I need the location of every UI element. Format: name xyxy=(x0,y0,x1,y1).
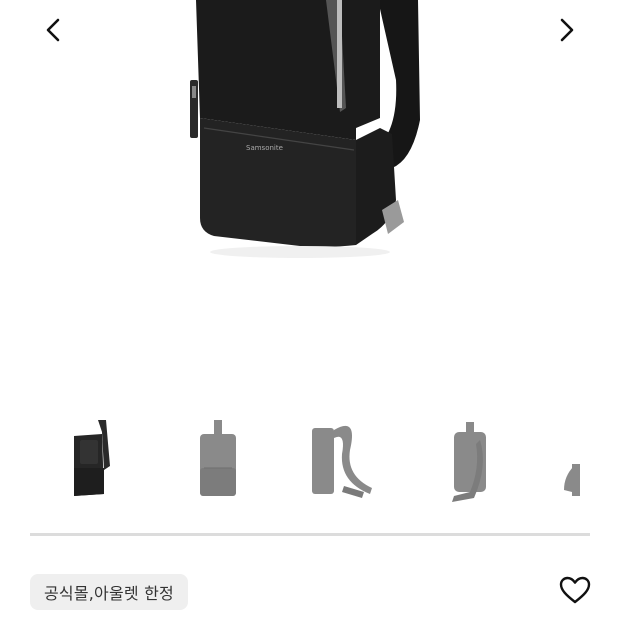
thumbnail-item[interactable] xyxy=(430,410,530,510)
previous-image-button[interactable] xyxy=(35,12,71,48)
heart-outline-icon xyxy=(559,576,591,604)
product-main-image: Samsonite xyxy=(190,0,420,258)
like-button[interactable] xyxy=(555,570,595,610)
divider xyxy=(30,533,590,536)
next-image-button[interactable] xyxy=(549,12,585,48)
product-image-viewer: Samsonite xyxy=(0,0,620,390)
chevron-left-icon xyxy=(46,18,60,42)
exclusive-badge: 공식몰,아울렛 한정 xyxy=(30,574,188,610)
thumbnail-strip xyxy=(0,410,620,520)
thumbnail-item[interactable] xyxy=(170,410,270,510)
chevron-right-icon xyxy=(560,18,574,42)
thumbnail-item[interactable] xyxy=(300,410,400,510)
brand-logo: Samsonite xyxy=(246,144,283,152)
thumbnail-item[interactable] xyxy=(550,410,620,510)
thumbnail-item[interactable] xyxy=(40,410,140,510)
